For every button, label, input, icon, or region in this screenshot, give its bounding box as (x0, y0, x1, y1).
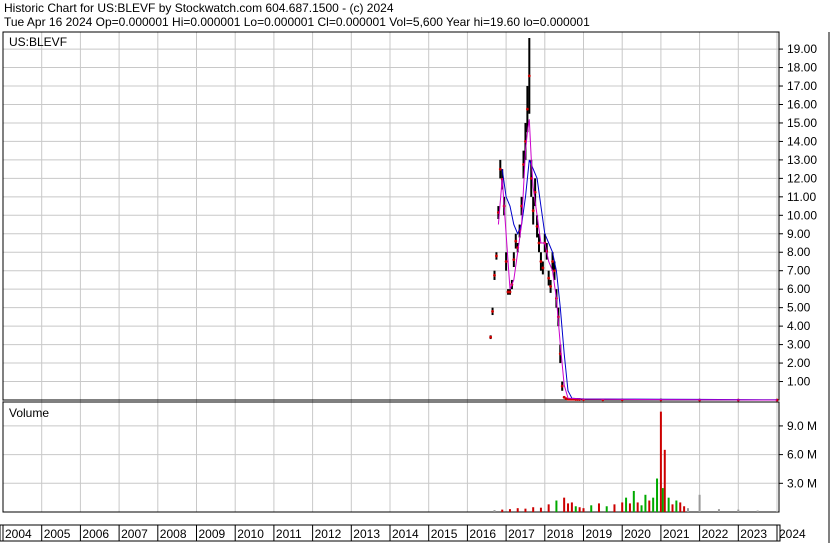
price-tick-label: 9.00 (787, 227, 811, 241)
x-tick-label: 2010 (237, 527, 264, 541)
x-tick-label: 2005 (44, 527, 71, 541)
price-tick-label: 10.00 (787, 208, 817, 222)
price-tick-label: 4.00 (787, 319, 811, 333)
volume-bars (493, 411, 778, 512)
price-dot (549, 285, 553, 288)
price-dot (512, 258, 516, 262)
x-tick-label: 2006 (82, 527, 109, 541)
price-tick-label: 8.00 (787, 245, 811, 259)
x-tick-label: 2022 (702, 527, 729, 541)
price-tick-label: 15.00 (787, 116, 817, 130)
volume-y-labels: 3.0 M 6.0 M 9.0 M (779, 419, 817, 490)
price-dot (525, 107, 529, 111)
x-tick-label: 2019 (586, 527, 613, 541)
volume-tick-label: 6.0 M (787, 448, 817, 462)
price-tick-label: 11.00 (787, 190, 816, 204)
price-tick-label: 1.00 (787, 375, 811, 389)
price-dot (560, 384, 564, 388)
price-tick-label: 7.00 (787, 264, 811, 278)
x-tick-label: 2013 (353, 527, 380, 541)
volume-panel-label: Volume (9, 406, 49, 420)
price-tick-label: 5.00 (787, 301, 811, 315)
x-tick-label: 2018 (547, 527, 574, 541)
price-tick-label: 14.00 (787, 134, 817, 148)
price-dot (531, 209, 535, 213)
x-tick-labels: 2004 2005 2006 2007 2008 2009 2010 2011 2012 2013… (2, 525, 806, 541)
x-tick-label: 2024 (779, 527, 806, 541)
price-tick-label: 12.00 (787, 171, 817, 185)
x-tick-label: 2012 (315, 527, 342, 541)
price-dot (495, 254, 498, 258)
price-panel-label: US:BLEVF (9, 35, 67, 49)
price-dot (537, 241, 541, 245)
price-tick-label: 2.00 (787, 356, 811, 370)
price-dot (541, 266, 545, 270)
x-tick-label: 2014 (392, 527, 419, 541)
x-tick-label: 2023 (740, 527, 767, 541)
volume-tick-label: 9.0 M (787, 419, 817, 433)
price-dot (514, 239, 518, 243)
price-range-bars (489, 38, 701, 400)
price-dot (539, 260, 543, 263)
price-dot (508, 290, 512, 294)
price-tick-label: 3.00 (787, 338, 811, 352)
x-tick-label: 2016 (469, 527, 496, 541)
price-dot (498, 167, 502, 171)
volume-tick-label: 3.0 M (787, 476, 817, 490)
moving-average-long-line (501, 159, 778, 401)
x-tick-label: 2008 (160, 527, 187, 541)
x-tick-label: 2007 (121, 527, 148, 541)
price-dot (527, 74, 531, 78)
price-dot (547, 276, 551, 280)
stock-chart: US:BLEVF Volume 1.00 2.00 3.00 4.00 5.00 6.00… (0, 31, 830, 543)
x-tick-label: 2004 (5, 527, 32, 541)
x-tick-label: 2021 (663, 527, 690, 541)
price-tick-label: 13.00 (787, 153, 817, 167)
price-dot (553, 269, 556, 273)
price-dots (489, 74, 779, 402)
price-dot (504, 260, 508, 263)
price-dot (491, 309, 494, 313)
price-dot (493, 273, 496, 277)
x-tick-label: 2020 (624, 527, 651, 541)
price-y-labels: 1.00 2.00 3.00 4.00 5.00 6.00 7.00 8.00 9.00 10.0… (779, 42, 817, 389)
price-tick-label: 18.00 (787, 61, 817, 75)
x-tick-label: 2011 (276, 527, 302, 541)
x-tick-label: 2015 (431, 527, 458, 541)
x-tick-label: 2017 (508, 527, 535, 541)
price-tick-label: 6.00 (787, 282, 811, 296)
price-dot (489, 335, 493, 339)
x-tick-label: 2009 (199, 527, 226, 541)
price-tick-label: 19.00 (787, 42, 817, 56)
price-tick-label: 16.00 (787, 97, 817, 111)
price-dot (551, 260, 554, 263)
price-tick-label: 17.00 (787, 79, 817, 93)
